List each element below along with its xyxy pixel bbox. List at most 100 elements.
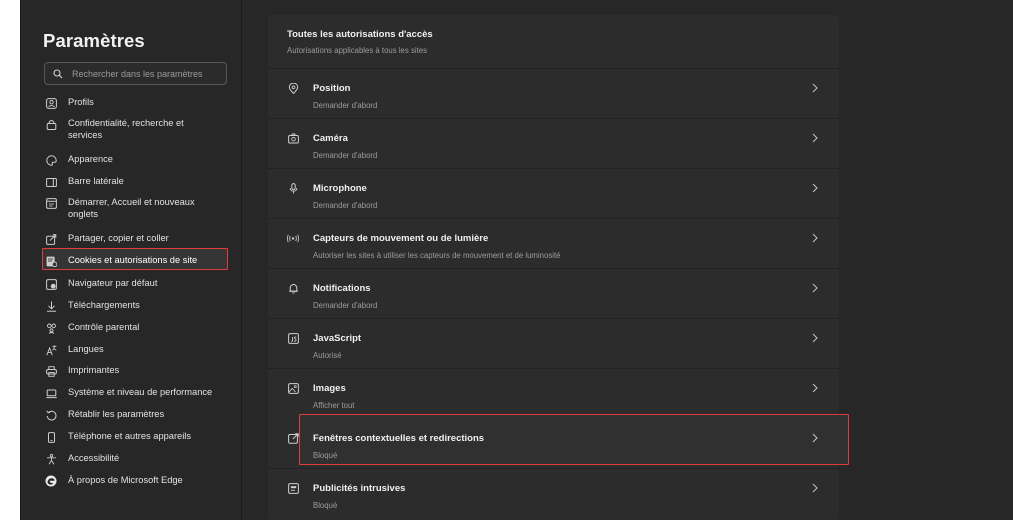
permissions-panel: Toutes les autorisations d'accès Autoris… [268,15,849,520]
sidebar-item-label: Langues [68,344,104,354]
chevron-right-icon [812,483,818,493]
permission-row-microphone[interactable]: Microphone Demander d'abord [268,168,839,218]
microphone-icon [287,182,299,194]
chevron-right-icon [812,383,818,393]
popup-icon [287,432,299,444]
sidebar-item-parental-control[interactable]: Contrôle parental [45,321,245,334]
sidebar-item-printers[interactable]: Imprimantes [45,364,245,377]
permission-title: Caméra [313,133,348,144]
sidebar-item-sidebar[interactable]: Barre latérale [45,175,245,188]
sidebar-item-label: Partager, copier et coller [68,233,169,243]
reset-icon [45,409,57,421]
lock-icon [45,118,57,130]
permission-title: Publicités intrusives [313,483,406,494]
palette-icon [45,154,57,166]
default-browser-icon [45,278,57,290]
chevron-right-icon [812,433,818,443]
sidebar-item-downloads[interactable]: Téléchargements [45,299,245,312]
sidebar-item-label: Profils [68,97,94,107]
sidebar-item-label: Démarrer, Accueil et nouveaux onglets [68,197,195,219]
cookies-permissions-icon [45,255,57,267]
share-icon [45,233,57,245]
chevron-right-icon [812,133,818,143]
search-input[interactable]: Rechercher dans les paramètres [44,62,227,85]
permission-status: Demander d'abord [313,201,378,210]
location-pin-icon [287,82,299,94]
sidebar-item-accessibility[interactable]: Accessibilité [45,452,245,465]
permission-row-popups-redirects[interactable]: Fenêtres contextuelles et redirections B… [268,418,839,468]
sidebar-item-label: À propos de Microsoft Edge [68,475,183,485]
language-icon [45,344,57,356]
sidebar-item-start-home[interactable]: Démarrer, Accueil et nouveaux onglets [45,196,205,220]
sidebar-layout-icon [45,176,57,188]
sidebar-item-label: Téléchargements [68,300,140,310]
permission-row-motion-sensors[interactable]: Capteurs de mouvement ou de lumière Auto… [268,218,839,268]
sidebar-item-label: Système et niveau de performance [68,387,213,397]
bell-icon [287,282,299,294]
permission-status: Demander d'abord [313,151,378,160]
sidebar-item-system-performance[interactable]: Système et niveau de performance [45,386,245,399]
permission-title: Fenêtres contextuelles et redirections [313,433,485,444]
sidebar-item-label: Cookies et autorisations de site [68,255,198,265]
permission-title: Images [313,383,346,394]
permission-status: Autoriser les sites à utiliser les capte… [313,251,561,260]
chevron-right-icon [812,83,818,93]
phone-icon [45,431,57,443]
settings-window: Paramètres Rechercher dans les paramètre… [20,0,1013,520]
permission-status: Demander d'abord [313,101,378,110]
sidebar-item-about-edge[interactable]: À propos de Microsoft Edge [45,474,245,487]
sidebar-item-share-copy-paste[interactable]: Partager, copier et coller [45,232,245,245]
download-icon [45,300,57,312]
permission-row-position[interactable]: Position Demander d'abord [268,68,839,118]
search-icon [53,68,63,78]
sidebar-item-profiles[interactable]: Profils [45,96,245,109]
permission-title: Notifications [313,283,371,294]
chevron-right-icon [812,183,818,193]
sidebar-item-label: Contrôle parental [68,322,140,332]
sidebar: Paramètres Rechercher dans les paramètre… [21,0,242,520]
sidebar-item-phone-devices[interactable]: Téléphone et autres appareils [45,430,245,443]
new-tab-icon [45,197,57,209]
laptop-icon [45,387,57,399]
image-icon [287,382,299,394]
sidebar-item-reset-settings[interactable]: Rétablir les paramètres [45,408,245,421]
camera-icon [287,132,299,144]
permission-row-camera[interactable]: Caméra Demander d'abord [268,118,839,168]
permission-status: Bloqué [313,501,338,510]
permission-row-notifications[interactable]: Notifications Demander d'abord [268,268,839,318]
sidebar-item-label: Rétablir les paramètres [68,409,165,419]
permission-status: Bloqué [313,451,338,460]
sidebar-item-label: Accessibilité [68,453,120,463]
permission-row-images[interactable]: Images Afficher tout [268,368,839,418]
chevron-right-icon [812,333,818,343]
printer-icon [45,365,57,377]
sidebar-item-label: Barre latérale [68,176,124,186]
sidebar-item-languages[interactable]: Langues [45,343,245,356]
sidebar-item-default-browser[interactable]: Navigateur par défaut [45,277,245,290]
permission-row-javascript[interactable]: JavaScript Autorisé [268,318,839,368]
chevron-right-icon [812,233,818,243]
panel-subtitle: Autorisations applicables à tous les sit… [287,46,427,55]
family-icon [45,322,57,334]
permission-row-intrusive-ads[interactable]: Publicités intrusives Bloqué [268,468,839,518]
sidebar-item-label: Apparence [68,154,113,164]
sidebar-item-label: Imprimantes [68,365,120,375]
permission-title: JavaScript [313,333,362,344]
permission-title: Microphone [313,183,367,194]
javascript-icon [287,332,299,344]
sidebar-title: Paramètres [43,30,145,51]
sidebar-item-cookies-permissions[interactable]: Cookies et autorisations de site [45,254,245,267]
accessibility-icon [45,453,57,465]
search-placeholder: Rechercher dans les paramètres [72,68,203,79]
profile-icon [45,97,57,109]
edge-logo-icon [45,475,57,487]
sidebar-item-privacy[interactable]: Confidentialité, recherche et services [45,117,215,141]
chevron-right-icon [812,283,818,293]
panel-title: Toutes les autorisations d'accès [287,29,433,40]
motion-sensor-icon [287,232,299,244]
permission-status: Demander d'abord [313,301,378,310]
sidebar-item-label: Confidentialité, recherche et services [68,118,184,140]
sidebar-item-appearance[interactable]: Apparence [45,153,245,166]
permission-title: Capteurs de mouvement ou de lumière [313,233,489,244]
sidebar-item-label: Navigateur par défaut [68,278,158,288]
